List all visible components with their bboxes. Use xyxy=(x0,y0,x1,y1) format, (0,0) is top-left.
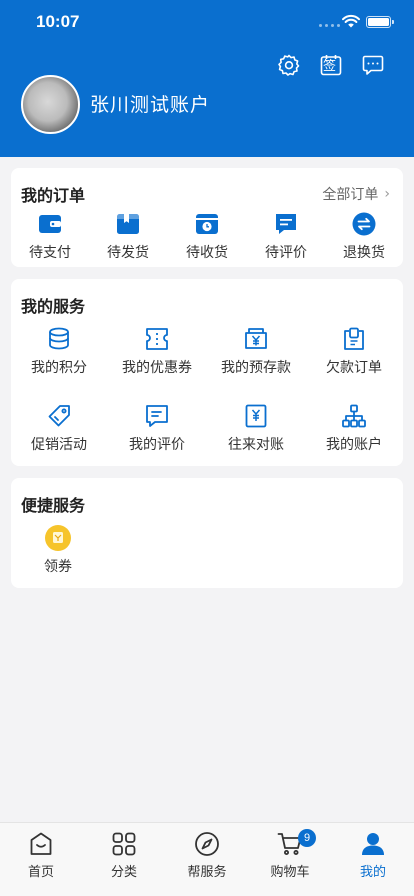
service-label: 促销活动 xyxy=(31,437,87,453)
services-card: 我的服务 我的积分 我的优惠券 我的预存款 欠款订单 促销活动 我的评价 往来对… xyxy=(11,279,403,466)
tab-label: 帮服务 xyxy=(187,865,227,880)
wallet-icon xyxy=(39,215,61,233)
service-promotions[interactable]: 促销活动 xyxy=(10,403,108,454)
cellular-signal-icon xyxy=(319,24,340,27)
status-time: 10:07 xyxy=(36,12,80,31)
review-icon xyxy=(146,405,168,427)
compass-icon xyxy=(195,832,219,856)
service-coupons[interactable]: 我的优惠券 xyxy=(108,326,206,377)
tab-cart[interactable]: 购物车 xyxy=(249,831,331,880)
battery-icon xyxy=(366,16,394,28)
order-status-returns[interactable]: 退换货 xyxy=(315,211,413,262)
message-icon[interactable] xyxy=(361,53,385,77)
profile-header: 10:07 签 张川测试账户 xyxy=(0,0,414,157)
coins-icon xyxy=(49,327,69,350)
debt-clipboard-icon xyxy=(344,327,364,350)
quick-service-label: 领券 xyxy=(44,559,72,575)
service-label: 我的账户 xyxy=(326,437,382,453)
tab-label: 我的 xyxy=(359,865,386,880)
clock-box-icon xyxy=(196,214,218,234)
bottom-tab-bar: 首页 分类 帮服务 购物车 我的 xyxy=(0,822,414,896)
wifi-icon xyxy=(342,14,360,28)
sign-in-label: 签 xyxy=(323,59,337,74)
service-label: 我的优惠券 xyxy=(122,360,192,376)
service-label: 欠款订单 xyxy=(326,360,382,376)
comment-icon xyxy=(276,214,296,234)
cart-count-badge: 9 xyxy=(298,829,316,847)
service-label: 我的预存款 xyxy=(221,360,291,376)
quick-get-coupon[interactable]: 领券 xyxy=(10,525,106,576)
box-icon xyxy=(117,214,139,234)
username[interactable]: 张川测试账户 xyxy=(90,90,210,117)
ticket-icon xyxy=(146,328,168,350)
tab-label: 分类 xyxy=(110,865,137,880)
org-tree-icon xyxy=(342,404,366,428)
status-bar: 10:07 xyxy=(0,0,414,44)
service-points[interactable]: 我的积分 xyxy=(10,326,108,377)
service-label: 往来对账 xyxy=(228,437,284,453)
service-debt-orders[interactable]: 欠款订单 xyxy=(305,326,403,377)
tag-icon xyxy=(48,405,70,427)
yen-wallet-icon xyxy=(245,328,267,349)
tab-label: 购物车 xyxy=(270,865,310,880)
quick-services-card: 便捷服务 领券 xyxy=(11,478,403,588)
tab-home[interactable]: 首页 xyxy=(0,831,82,880)
chevron-right-icon: › xyxy=(384,186,390,202)
orders-title: 我的订单 xyxy=(21,186,86,205)
profile-icon xyxy=(362,833,384,855)
tab-mine[interactable]: 我的 xyxy=(332,831,414,880)
services-title: 我的服务 xyxy=(21,297,86,316)
order-status-label: 退换货 xyxy=(343,245,385,261)
home-icon xyxy=(30,832,52,855)
avatar[interactable] xyxy=(21,75,80,134)
service-label: 我的评价 xyxy=(129,437,185,453)
service-reviews[interactable]: 我的评价 xyxy=(108,403,206,454)
service-label: 我的积分 xyxy=(31,360,87,376)
all-orders-link[interactable]: 全部订单 › xyxy=(322,184,390,204)
tab-category[interactable]: 分类 xyxy=(83,831,165,880)
service-reconciliation[interactable]: 往来对账 xyxy=(207,403,305,454)
quick-services-title: 便捷服务 xyxy=(21,496,86,515)
sign-in-calendar-icon[interactable]: 签 xyxy=(319,53,343,77)
orders-card: 我的订单 全部订单 › 待支付 待发货 待收货 待评价 退换货 xyxy=(11,168,403,267)
all-orders-label: 全部订单 xyxy=(322,187,379,203)
settings-gear-icon[interactable] xyxy=(277,53,301,77)
service-prepaid[interactable]: 我的预存款 xyxy=(207,326,305,377)
service-account[interactable]: 我的账户 xyxy=(305,403,403,454)
yen-doc-icon xyxy=(245,404,267,428)
exchange-icon xyxy=(352,212,376,236)
coupon-icon xyxy=(45,525,71,551)
category-icon xyxy=(112,832,136,856)
tab-service[interactable]: 帮服务 xyxy=(166,831,248,880)
tab-label: 首页 xyxy=(27,865,54,880)
